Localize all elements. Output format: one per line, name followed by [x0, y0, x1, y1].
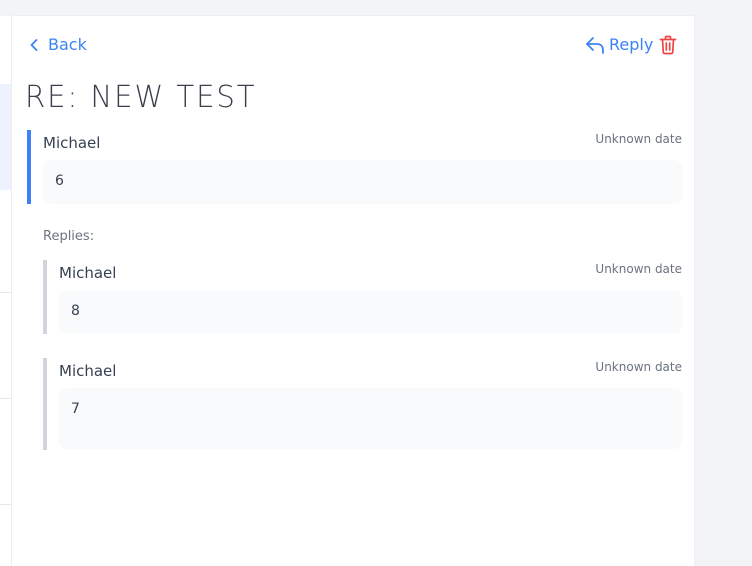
message-list-sidebar [0, 16, 12, 566]
message-date: Unknown date [595, 132, 682, 146]
reply-body: 7 [59, 388, 682, 449]
reply-author: Michael [59, 362, 117, 380]
reply-date: Unknown date [595, 262, 682, 276]
selected-list-item[interactable] [0, 84, 11, 190]
reply-body: 8 [59, 290, 682, 334]
back-button[interactable]: Back [30, 35, 87, 54]
message-body: 6 [43, 160, 682, 204]
detail-toolbar: Back Reply [12, 16, 694, 74]
reply-button[interactable]: Reply [585, 35, 653, 54]
chevron-left-icon [30, 38, 38, 51]
reply-label: Reply [609, 35, 654, 54]
message-subject-title: RE: NEW TEST [25, 80, 257, 115]
list-divider [0, 292, 11, 293]
list-divider [0, 504, 11, 505]
back-label: Back [48, 35, 87, 54]
delete-button[interactable] [659, 35, 677, 55]
reply-author: Michael [59, 264, 117, 282]
list-divider [0, 398, 11, 399]
message-detail-panel: Back Reply RE: NEW TEST Michael Unknown … [12, 16, 694, 566]
message-author: Michael [43, 134, 101, 152]
reply-icon [586, 36, 604, 54]
replies-heading: Replies: [43, 229, 95, 244]
trash-icon [659, 35, 677, 55]
reply-date: Unknown date [595, 360, 682, 374]
reply-message: Michael Unknown date 8 [43, 260, 682, 334]
original-message: Michael Unknown date 6 [27, 130, 682, 204]
reply-message: Michael Unknown date 7 [43, 358, 682, 450]
